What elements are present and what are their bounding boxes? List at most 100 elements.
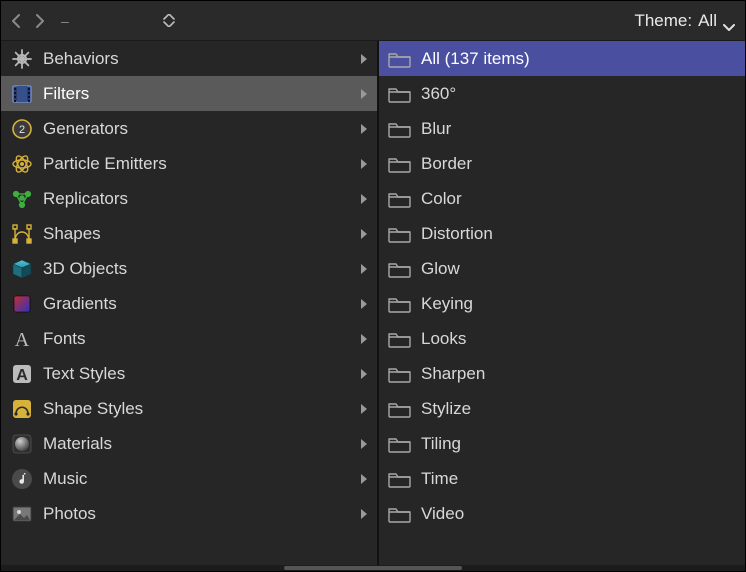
subcategory-label: Stylize — [421, 399, 737, 419]
disclosure-triangle-icon — [359, 298, 369, 310]
chevron-down-icon — [723, 17, 735, 25]
subcategory-label: 360° — [421, 84, 737, 104]
category-row-gradients[interactable]: Gradients — [1, 286, 377, 321]
history-nav — [11, 14, 45, 28]
category-row-behaviors[interactable]: Behaviors — [1, 41, 377, 76]
subcategory-row-looks[interactable]: Looks — [379, 321, 745, 356]
path-label: – — [61, 13, 73, 29]
category-row-3d-objects[interactable]: 3D Objects — [1, 251, 377, 286]
subcategory-row-border[interactable]: Border — [379, 146, 745, 181]
photo-icon — [9, 501, 35, 527]
subcategory-column: All (137 items) 360° Blur Border Color Distor… — [379, 41, 745, 565]
svg-text:A: A — [15, 329, 30, 351]
category-row-music[interactable]: Music — [1, 461, 377, 496]
folder-icon — [387, 434, 413, 454]
subcategory-row-video[interactable]: Video — [379, 496, 745, 531]
category-label: Music — [43, 469, 351, 489]
subcategory-row-distortion[interactable]: Distortion — [379, 216, 745, 251]
subcategory-label: Color — [421, 189, 737, 209]
folder-icon — [387, 469, 413, 489]
subcategory-label: Glow — [421, 259, 737, 279]
category-label: Photos — [43, 504, 351, 524]
svg-text:A: A — [16, 367, 28, 384]
atom-icon — [9, 151, 35, 177]
subcategory-row-blur[interactable]: Blur — [379, 111, 745, 146]
folder-icon — [387, 84, 413, 104]
subcategory-row-keying[interactable]: Keying — [379, 286, 745, 321]
category-column: Behaviors Filters 2Generators Particle Emit… — [1, 41, 379, 565]
category-label: Shape Styles — [43, 399, 351, 419]
music-note-icon — [9, 466, 35, 492]
filmstrip-icon — [9, 81, 35, 107]
subcategory-label: Time — [421, 469, 737, 489]
category-label: Filters — [43, 84, 351, 104]
category-label: Materials — [43, 434, 351, 454]
subcategory-row-stylize[interactable]: Stylize — [379, 391, 745, 426]
disclosure-triangle-icon — [359, 438, 369, 450]
folder-icon — [387, 399, 413, 419]
disclosure-triangle-icon — [359, 473, 369, 485]
folder-icon — [387, 119, 413, 139]
subcategory-label: Tiling — [421, 434, 737, 454]
disclosure-triangle-icon — [359, 88, 369, 100]
sphere-icon — [9, 431, 35, 457]
toolbar: – Theme: All — [1, 1, 745, 41]
category-row-materials[interactable]: Materials — [1, 426, 377, 461]
category-label: Fonts — [43, 329, 351, 349]
gear-icon — [9, 46, 35, 72]
category-label: Generators — [43, 119, 351, 139]
bezier-box-icon — [9, 396, 35, 422]
category-row-filters[interactable]: Filters — [1, 76, 377, 111]
subcategory-label: Border — [421, 154, 737, 174]
disclosure-triangle-icon — [359, 263, 369, 275]
category-label: Behaviors — [43, 49, 351, 69]
subcategory-label: Video — [421, 504, 737, 524]
category-label: Particle Emitters — [43, 154, 351, 174]
horizontal-scrollbar[interactable] — [1, 565, 745, 571]
category-row-text-styles[interactable]: A Text Styles — [1, 356, 377, 391]
subcategory-row-all[interactable]: All (137 items) — [379, 41, 745, 76]
subcategory-label: Distortion — [421, 224, 737, 244]
folder-icon — [387, 364, 413, 384]
subcategory-row-glow[interactable]: Glow — [379, 251, 745, 286]
scrollbar-thumb[interactable] — [284, 566, 463, 570]
disclosure-triangle-icon — [359, 158, 369, 170]
category-row-photos[interactable]: Photos — [1, 496, 377, 531]
subcategory-label: Looks — [421, 329, 737, 349]
letterA-thin-icon: A — [9, 326, 35, 352]
subcategory-label: All (137 items) — [421, 49, 737, 69]
columns: Behaviors Filters 2Generators Particle Emit… — [1, 41, 745, 565]
category-row-generators[interactable]: 2Generators — [1, 111, 377, 146]
category-row-fonts[interactable]: A Fonts — [1, 321, 377, 356]
cube3d-icon — [9, 256, 35, 282]
category-row-particle-emitters[interactable]: Particle Emitters — [1, 146, 377, 181]
subcategory-row-color[interactable]: Color — [379, 181, 745, 216]
category-label: 3D Objects — [43, 259, 351, 279]
subcategory-row-sharpen[interactable]: Sharpen — [379, 356, 745, 391]
category-label: Gradients — [43, 294, 351, 314]
theme-label: Theme: — [634, 11, 692, 31]
category-label: Text Styles — [43, 364, 351, 384]
category-row-replicators[interactable]: Replicators — [1, 181, 377, 216]
bezier-icon — [9, 221, 35, 247]
forward-button[interactable] — [35, 14, 45, 28]
folder-icon — [387, 154, 413, 174]
gradient-icon — [9, 291, 35, 317]
back-button[interactable] — [11, 14, 21, 28]
subcategory-row-360[interactable]: 360° — [379, 76, 745, 111]
category-row-shape-styles[interactable]: Shape Styles — [1, 391, 377, 426]
folder-icon — [387, 224, 413, 244]
subcategory-row-time[interactable]: Time — [379, 461, 745, 496]
folder-icon — [387, 329, 413, 349]
category-row-shapes[interactable]: Shapes — [1, 216, 377, 251]
disclosure-triangle-icon — [359, 123, 369, 135]
theme-picker[interactable]: Theme: All — [634, 11, 735, 31]
letterA-box-icon: A — [9, 361, 35, 387]
subcategory-label: Keying — [421, 294, 737, 314]
subcategory-row-tiling[interactable]: Tiling — [379, 426, 745, 461]
stepper[interactable] — [163, 14, 175, 27]
folder-icon — [387, 504, 413, 524]
nodes-icon — [9, 186, 35, 212]
disclosure-triangle-icon — [359, 333, 369, 345]
folder-icon — [387, 189, 413, 209]
